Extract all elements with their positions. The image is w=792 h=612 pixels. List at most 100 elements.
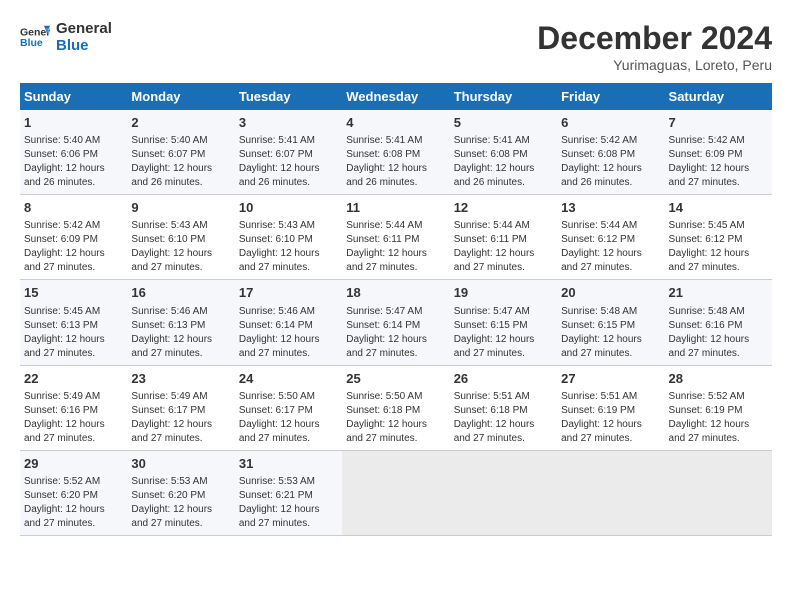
day-number: 18	[346, 284, 445, 302]
day-info: Sunrise: 5:48 AMSunset: 6:16 PMDaylight:…	[669, 305, 768, 361]
week-row-4: 22 Sunrise: 5:49 AMSunset: 6:16 PMDayligh…	[20, 365, 772, 450]
day-number: 7	[669, 114, 768, 132]
week-row-1: 1Sunrise: 5:40 AMSunset: 6:06 PMDaylight…	[20, 110, 772, 195]
day-number: 28	[669, 370, 768, 388]
day-info: Sunrise: 5:48 AMSunset: 6:15 PMDaylight:…	[561, 305, 660, 361]
calendar-cell: 10 Sunrise: 5:43 AMSunset: 6:10 PMDayligh…	[235, 195, 342, 280]
logo-line2: Blue	[56, 37, 112, 54]
header-thursday: Thursday	[450, 83, 557, 110]
calendar-cell: 3Sunrise: 5:41 AMSunset: 6:07 PMDaylight…	[235, 110, 342, 195]
calendar-cell	[342, 450, 449, 535]
day-info: Sunrise: 5:50 AMSunset: 6:17 PMDaylight:…	[239, 390, 338, 446]
day-number: 3	[239, 114, 338, 132]
day-info: Sunrise: 5:53 AMSunset: 6:21 PMDaylight:…	[239, 475, 338, 531]
day-number: 1	[24, 114, 123, 132]
logo: General Blue General Blue	[20, 20, 112, 54]
day-number: 27	[561, 370, 660, 388]
day-info: Sunrise: 5:50 AMSunset: 6:18 PMDaylight:…	[346, 390, 445, 446]
day-number: 15	[24, 284, 123, 302]
day-info: Sunrise: 5:43 AMSunset: 6:10 PMDaylight:…	[239, 219, 338, 275]
day-number: 30	[131, 455, 230, 473]
day-number: 22	[24, 370, 123, 388]
logo-line1: General	[56, 20, 112, 37]
day-number: 20	[561, 284, 660, 302]
calendar-cell: 2 Sunrise: 5:40 AMSunset: 6:07 PMDaylight…	[127, 110, 234, 195]
title-block: December 2024 Yurimaguas, Loreto, Peru	[537, 20, 772, 73]
day-info: Sunrise: 5:41 AMSunset: 6:08 PMDaylight:…	[346, 134, 445, 190]
day-info: Sunrise: 5:49 AMSunset: 6:17 PMDaylight:…	[131, 390, 230, 446]
day-info: Sunrise: 5:49 AMSunset: 6:16 PMDaylight:…	[24, 390, 123, 446]
day-number: 17	[239, 284, 338, 302]
day-number: 29	[24, 455, 123, 473]
calendar-cell: 29 Sunrise: 5:52 AMSunset: 6:20 PMDayligh…	[20, 450, 127, 535]
day-info: Sunrise: 5:45 AMSunset: 6:13 PMDaylight:…	[24, 305, 123, 361]
calendar-cell: 20 Sunrise: 5:48 AMSunset: 6:15 PMDayligh…	[557, 280, 664, 365]
calendar-cell: 7 Sunrise: 5:42 AMSunset: 6:09 PMDaylight…	[665, 110, 772, 195]
day-number: 6	[561, 114, 660, 132]
calendar-cell: 4 Sunrise: 5:41 AMSunset: 6:08 PMDaylight…	[342, 110, 449, 195]
calendar-cell: 31 Sunrise: 5:53 AMSunset: 6:21 PMDayligh…	[235, 450, 342, 535]
day-info: Sunrise: 5:47 AMSunset: 6:15 PMDaylight:…	[454, 305, 553, 361]
calendar-cell: 1Sunrise: 5:40 AMSunset: 6:06 PMDaylight…	[20, 110, 127, 195]
calendar-cell: 21 Sunrise: 5:48 AMSunset: 6:16 PMDayligh…	[665, 280, 772, 365]
day-info: Sunrise: 5:43 AMSunset: 6:10 PMDaylight:…	[131, 219, 230, 275]
calendar-cell: 5 Sunrise: 5:41 AMSunset: 6:08 PMDaylight…	[450, 110, 557, 195]
day-info: Sunrise: 5:51 AMSunset: 6:18 PMDaylight:…	[454, 390, 553, 446]
week-row-5: 29 Sunrise: 5:52 AMSunset: 6:20 PMDayligh…	[20, 450, 772, 535]
day-info: Sunrise: 5:40 AMSunset: 6:07 PMDaylight:…	[131, 134, 230, 190]
calendar-cell: 17 Sunrise: 5:46 AMSunset: 6:14 PMDayligh…	[235, 280, 342, 365]
calendar-cell: 15 Sunrise: 5:45 AMSunset: 6:13 PMDayligh…	[20, 280, 127, 365]
day-info: Sunrise: 5:51 AMSunset: 6:19 PMDaylight:…	[561, 390, 660, 446]
svg-text:Blue: Blue	[20, 37, 43, 49]
calendar-cell: 18Sunrise: 5:47 AMSunset: 6:14 PMDayligh…	[342, 280, 449, 365]
week-row-2: 8 Sunrise: 5:42 AMSunset: 6:09 PMDaylight…	[20, 195, 772, 280]
month-title: December 2024	[537, 20, 772, 57]
day-info: Sunrise: 5:42 AMSunset: 6:09 PMDaylight:…	[669, 134, 768, 190]
calendar-cell: 24 Sunrise: 5:50 AMSunset: 6:17 PMDayligh…	[235, 365, 342, 450]
day-number: 16	[131, 284, 230, 302]
day-number: 12	[454, 199, 553, 217]
day-number: 5	[454, 114, 553, 132]
day-number: 2	[131, 114, 230, 132]
day-info: Sunrise: 5:44 AMSunset: 6:12 PMDaylight:…	[561, 219, 660, 275]
calendar-cell: 25 Sunrise: 5:50 AMSunset: 6:18 PMDayligh…	[342, 365, 449, 450]
calendar-cell	[557, 450, 664, 535]
header-monday: Monday	[127, 83, 234, 110]
calendar-cell: 26Sunrise: 5:51 AMSunset: 6:18 PMDayligh…	[450, 365, 557, 450]
header-tuesday: Tuesday	[235, 83, 342, 110]
day-number: 31	[239, 455, 338, 473]
day-info: Sunrise: 5:52 AMSunset: 6:20 PMDaylight:…	[24, 475, 123, 531]
day-number: 24	[239, 370, 338, 388]
day-info: Sunrise: 5:53 AMSunset: 6:20 PMDaylight:…	[131, 475, 230, 531]
day-number: 14	[669, 199, 768, 217]
calendar-cell: 28Sunrise: 5:52 AMSunset: 6:19 PMDayligh…	[665, 365, 772, 450]
day-info: Sunrise: 5:42 AMSunset: 6:09 PMDaylight:…	[24, 219, 123, 275]
day-info: Sunrise: 5:46 AMSunset: 6:13 PMDaylight:…	[131, 305, 230, 361]
day-number: 25	[346, 370, 445, 388]
week-row-3: 15 Sunrise: 5:45 AMSunset: 6:13 PMDayligh…	[20, 280, 772, 365]
day-info: Sunrise: 5:44 AMSunset: 6:11 PMDaylight:…	[454, 219, 553, 275]
location-subtitle: Yurimaguas, Loreto, Peru	[537, 57, 772, 73]
calendar-cell: 19Sunrise: 5:47 AMSunset: 6:15 PMDayligh…	[450, 280, 557, 365]
day-info: Sunrise: 5:41 AMSunset: 6:08 PMDaylight:…	[454, 134, 553, 190]
day-info: Sunrise: 5:46 AMSunset: 6:14 PMDaylight:…	[239, 305, 338, 361]
calendar-cell: 12 Sunrise: 5:44 AMSunset: 6:11 PMDayligh…	[450, 195, 557, 280]
header-sunday: Sunday	[20, 83, 127, 110]
day-number: 23	[131, 370, 230, 388]
calendar-cell: 9Sunrise: 5:43 AMSunset: 6:10 PMDaylight…	[127, 195, 234, 280]
calendar-cell: 11Sunrise: 5:44 AMSunset: 6:11 PMDayligh…	[342, 195, 449, 280]
calendar-cell: 8 Sunrise: 5:42 AMSunset: 6:09 PMDaylight…	[20, 195, 127, 280]
day-number: 10	[239, 199, 338, 217]
day-number: 21	[669, 284, 768, 302]
calendar-cell: 27 Sunrise: 5:51 AMSunset: 6:19 PMDayligh…	[557, 365, 664, 450]
calendar-table: SundayMondayTuesdayWednesdayThursdayFrid…	[20, 83, 772, 536]
day-info: Sunrise: 5:45 AMSunset: 6:12 PMDaylight:…	[669, 219, 768, 275]
calendar-cell: 14 Sunrise: 5:45 AMSunset: 6:12 PMDayligh…	[665, 195, 772, 280]
calendar-header-row: SundayMondayTuesdayWednesdayThursdayFrid…	[20, 83, 772, 110]
calendar-cell: 22 Sunrise: 5:49 AMSunset: 6:16 PMDayligh…	[20, 365, 127, 450]
day-number: 4	[346, 114, 445, 132]
calendar-cell: 23 Sunrise: 5:49 AMSunset: 6:17 PMDayligh…	[127, 365, 234, 450]
logo-icon: General Blue	[20, 22, 50, 52]
calendar-cell: 13Sunrise: 5:44 AMSunset: 6:12 PMDayligh…	[557, 195, 664, 280]
day-number: 8	[24, 199, 123, 217]
